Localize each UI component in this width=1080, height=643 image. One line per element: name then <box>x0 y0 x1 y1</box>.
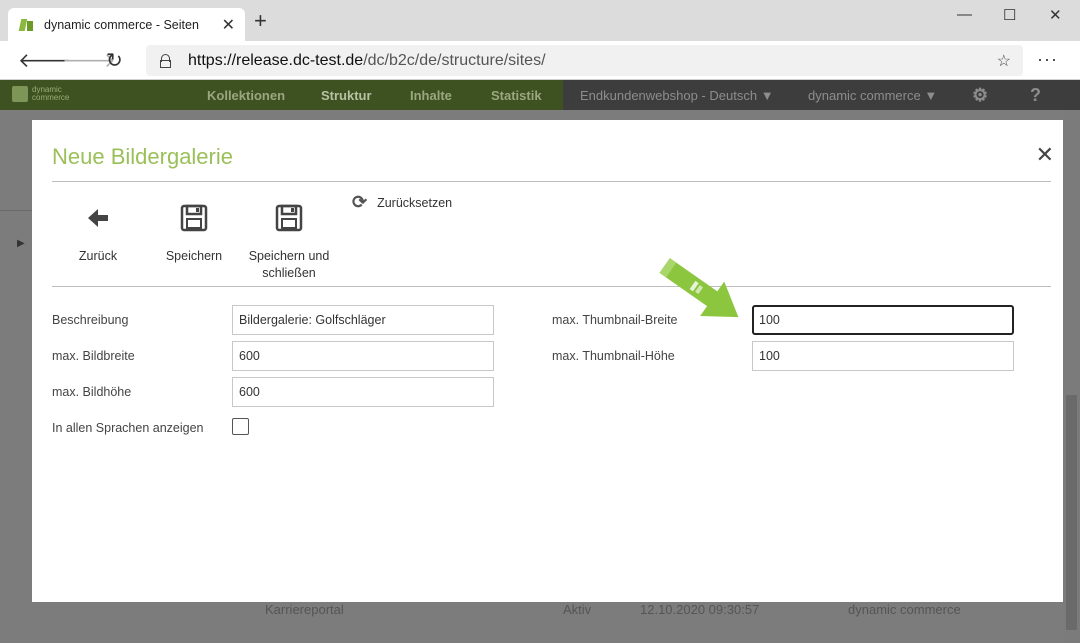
back-label: Zurück <box>78 249 118 263</box>
bg-row-name: Karriereportal <box>265 602 344 617</box>
nav-statistik[interactable]: Statistik <box>491 88 542 103</box>
expand-arrow-icon: ▶ <box>17 238 25 249</box>
sprachen-label: In allen Sprachen anzeigen <box>52 421 204 435</box>
save-button[interactable]: Speichern <box>162 198 226 265</box>
minimize-icon[interactable]: — <box>957 6 972 23</box>
bildhoehe-label: max. Bildhöhe <box>52 385 132 399</box>
app-logo: dynamic commerce <box>12 86 69 102</box>
arrow-left-icon <box>72 198 124 238</box>
browser-tab-strip: dynamic commerce - Seiten ✕ + — ☐ ✕ <box>0 0 1080 41</box>
chevron-down-icon: ▼ <box>760 88 774 103</box>
sprachen-checkbox[interactable] <box>232 418 249 435</box>
pointer-arrow-icon <box>659 258 739 318</box>
nav-inhalte[interactable]: Inhalte <box>410 88 452 103</box>
back-button[interactable]: Zurück <box>72 198 124 265</box>
url-path: /dc/b2c/de/structure/sites/ <box>363 51 546 69</box>
save-and-close-button[interactable]: Speichern und schließen <box>242 198 336 282</box>
floppy-disk-icon <box>162 198 226 238</box>
tab-close-icon[interactable]: ✕ <box>222 15 235 35</box>
help-icon[interactable]: ? <box>1030 85 1041 106</box>
refresh-icon: ⟳ <box>352 192 368 212</box>
dynamic-commerce-favicon-icon <box>20 18 34 32</box>
lock-icon <box>160 54 171 68</box>
beschreibung-label: Beschreibung <box>52 313 129 327</box>
window-close-icon[interactable]: ✕ <box>1049 6 1062 24</box>
new-tab-button[interactable]: + <box>254 10 267 32</box>
gear-icon[interactable]: ⚙ <box>972 85 988 106</box>
thumbnail-hoehe-input[interactable] <box>752 341 1014 371</box>
favorite-star-icon[interactable]: ☆ <box>997 51 1011 71</box>
url-bar[interactable]: https://release.dc-test.de/dc/b2c/de/str… <box>146 45 1023 76</box>
thumbnail-breite-input[interactable] <box>752 305 1014 335</box>
browser-tab[interactable]: dynamic commerce - Seiten ✕ <box>8 8 245 41</box>
shop-select-label: Endkundenwebshop - Deutsch <box>580 88 758 103</box>
reset-button[interactable]: ⟳ Zurücksetzen <box>352 192 452 213</box>
thumbnail-hoehe-label: max. Thumbnail-Höhe <box>552 349 675 363</box>
save-close-label-line1: Speichern und <box>248 249 330 263</box>
toolbar-divider <box>52 286 1051 287</box>
shop-select[interactable]: Endkundenwebshop - Deutsch ▼ <box>580 88 774 103</box>
nav-struktur[interactable]: Struktur <box>321 88 372 103</box>
url-host: https://release.dc-test.de <box>188 51 364 69</box>
reset-label: Zurücksetzen <box>377 195 453 210</box>
bg-row-status: Aktiv <box>563 602 592 617</box>
scrollbar-thumb[interactable] <box>1066 395 1077 630</box>
nav-kollektionen[interactable]: Kollektionen <box>207 88 285 103</box>
browser-menu-icon[interactable]: ··· <box>1037 49 1058 70</box>
floppy-disk-icon <box>242 198 336 238</box>
logo-line2: commerce <box>32 93 70 102</box>
app-header: dynamic commerce Kollektionen Struktur I… <box>0 80 1080 110</box>
reload-icon[interactable]: ↻ <box>106 48 123 73</box>
address-toolbar: 🡐 🡒 ↻ https://release.dc-test.de/dc/b2c/… <box>0 41 1080 80</box>
company-select[interactable]: dynamic commerce ▼ <box>808 88 937 103</box>
page-scrollbar[interactable] <box>1063 110 1080 643</box>
tab-title: dynamic commerce - Seiten <box>44 17 199 32</box>
new-gallery-dialog: Neue Bildergalerie ✕ Zurück Speichern Sp… <box>32 120 1063 602</box>
maximize-icon[interactable]: ☐ <box>1003 6 1016 24</box>
company-select-label: dynamic commerce <box>808 88 921 103</box>
beschreibung-input[interactable] <box>232 305 494 335</box>
dialog-title: Neue Bildergalerie <box>52 144 233 169</box>
bg-row-date: 12.10.2020 09:30:57 <box>640 602 760 617</box>
chevron-down-icon: ▼ <box>924 88 938 103</box>
bildbreite-input[interactable] <box>232 341 494 371</box>
bg-row-owner: dynamic commerce <box>848 602 961 617</box>
save-label: Speichern <box>165 249 223 263</box>
close-icon[interactable]: ✕ <box>1036 144 1054 166</box>
title-divider <box>52 181 1051 182</box>
bildbreite-label: max. Bildbreite <box>52 349 135 363</box>
save-close-label-line2: schließen <box>262 266 316 280</box>
divider <box>0 210 32 211</box>
save-close-label: Speichern und schließen <box>242 248 336 282</box>
bildhoehe-input[interactable] <box>232 377 494 407</box>
app-header-right: Endkundenwebshop - Deutsch ▼ dynamic com… <box>563 80 1080 110</box>
